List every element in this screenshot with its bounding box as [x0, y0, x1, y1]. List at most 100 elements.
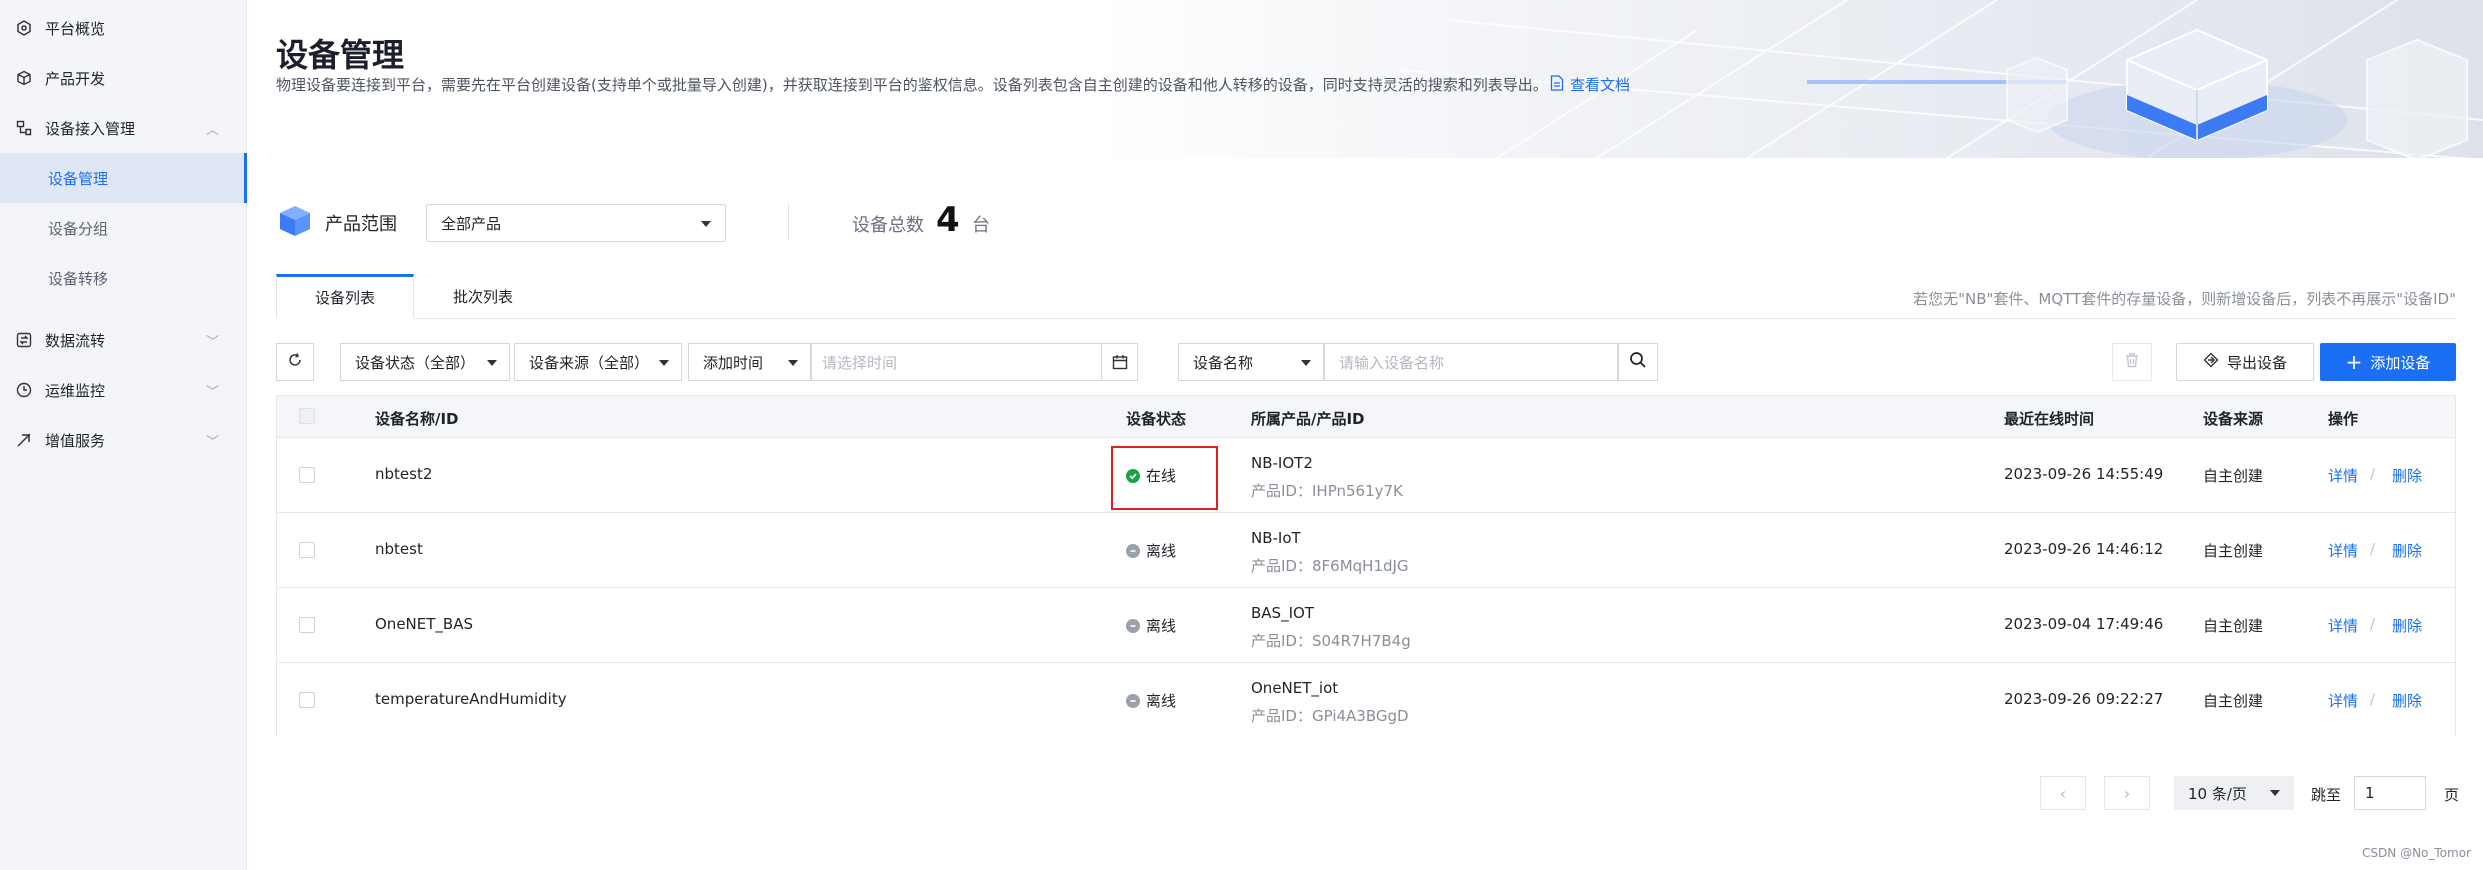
- sidebar: 平台概览 产品开发 设备接入管理 ︿ 设备管理 设备分组 设备转移 数据流转 ﹀…: [0, 0, 247, 870]
- delete-link[interactable]: 删除: [2392, 690, 2422, 711]
- detail-link[interactable]: 详情: [2328, 615, 2358, 636]
- device-list-hint: 若您无"NB"套件、MQTT套件的存量设备，则新增设备后，列表不再展示"设备ID…: [1913, 290, 2456, 308]
- nav-item-value-service[interactable]: 增值服务 ﹀: [0, 415, 246, 465]
- time-range-placeholder: 请选择时间: [822, 353, 898, 372]
- refresh-button[interactable]: [276, 343, 314, 381]
- delete-link[interactable]: 删除: [2392, 615, 2422, 636]
- export-label: 导出设备: [2226, 353, 2287, 372]
- device-name-search-input[interactable]: 请输入设备名称: [1324, 343, 1618, 381]
- page-size-value: 10 条/页: [2188, 784, 2247, 803]
- product-id: 产品ID：GPi4A3BGgD: [1251, 705, 1409, 726]
- product-id-value: GPi4A3BGgD: [1311, 707, 1409, 725]
- product-range-icon: [276, 202, 314, 240]
- nav-label: 产品开发: [45, 69, 106, 88]
- tabs-underline: [276, 318, 2456, 319]
- search-button[interactable]: [1618, 343, 1658, 381]
- table-row: nbtest 离线 NB-IoT 产品ID：8F6MqH1dJG 2023-09…: [277, 513, 2455, 588]
- product-id: 产品ID：S04R7H7B4g: [1251, 630, 1411, 651]
- page-unit-label: 页: [2444, 786, 2460, 804]
- chevron-right-icon: ›: [2123, 783, 2131, 803]
- export-icon: [2203, 352, 2219, 372]
- table-row: OneNET_BAS 离线 BAS_IOT 产品ID：S04R7H7B4g 20…: [277, 588, 2455, 663]
- nav-item-monitor[interactable]: 运维监控 ﹀: [0, 365, 246, 415]
- detail-link[interactable]: 详情: [2328, 690, 2358, 711]
- device-name: OneNET_BAS: [375, 615, 473, 633]
- table-row: nbtest2 在线 NB-IOT2 产品ID：IHPn561y7K 2023-…: [277, 438, 2455, 513]
- row-checkbox[interactable]: [299, 542, 315, 558]
- delete-link[interactable]: 删除: [2392, 540, 2422, 561]
- add-device-label: 添加设备: [2370, 353, 2431, 372]
- time-field-select[interactable]: 添加时间: [688, 343, 811, 381]
- device-status-filter[interactable]: 设备状态（全部）: [340, 343, 510, 381]
- refresh-icon: [287, 352, 303, 372]
- device-source-filter[interactable]: 设备来源（全部）: [514, 343, 682, 381]
- nav-item-device-access[interactable]: 设备接入管理 ︿: [0, 103, 246, 153]
- op-separator: /: [2370, 540, 2376, 558]
- delete-link[interactable]: 删除: [2392, 465, 2422, 486]
- product-id: 产品ID：8F6MqH1dJG: [1251, 555, 1409, 576]
- data-flow-icon: [16, 332, 32, 348]
- row-checkbox[interactable]: [299, 467, 315, 483]
- add-device-button[interactable]: + 添加设备: [2320, 343, 2456, 381]
- trash-icon: [2124, 352, 2140, 372]
- sidebar-item-device-group[interactable]: 设备分组: [0, 203, 246, 253]
- detail-link[interactable]: 详情: [2328, 540, 2358, 561]
- op-separator: /: [2370, 615, 2376, 633]
- sub-nav-label: 设备转移: [48, 269, 109, 288]
- prev-page-button[interactable]: ‹: [2040, 776, 2086, 810]
- time-field-value: 添加时间: [703, 353, 764, 372]
- nav-label: 设备接入管理: [45, 119, 136, 138]
- product-name: NB-IoT: [1251, 529, 1301, 547]
- dashboard-icon: [16, 20, 32, 36]
- product-name: BAS_IOT: [1251, 604, 1314, 622]
- caret-down-icon: [1301, 360, 1311, 366]
- minus-circle-icon: [1126, 618, 1140, 633]
- jump-page-input[interactable]: [2354, 776, 2426, 810]
- column-header: 设备来源: [2203, 410, 2264, 428]
- tab-batch-list[interactable]: 批次列表: [414, 274, 552, 319]
- device-status-filter-value: 设备状态（全部）: [355, 353, 476, 372]
- time-range-picker[interactable]: 请选择时间: [811, 343, 1138, 381]
- page-size-select[interactable]: 10 条/页: [2174, 776, 2294, 810]
- product-name: NB-IOT2: [1251, 454, 1313, 472]
- search-field-select[interactable]: 设备名称: [1178, 343, 1324, 381]
- product-name: OneNET_iot: [1251, 679, 1339, 697]
- delete-button[interactable]: [2112, 343, 2152, 381]
- nav-item-data-flow[interactable]: 数据流转 ﹀: [0, 315, 246, 365]
- product-select[interactable]: 全部产品: [426, 204, 726, 242]
- product-id-prefix: 产品ID：: [1251, 632, 1312, 650]
- next-page-button[interactable]: ›: [2104, 776, 2150, 810]
- calendar-icon: [1101, 344, 1137, 380]
- device-name: nbtest: [375, 540, 423, 558]
- row-checkbox[interactable]: [299, 692, 315, 708]
- detail-link[interactable]: 详情: [2328, 465, 2358, 486]
- select-all-checkbox[interactable]: [299, 408, 315, 424]
- row-checkbox[interactable]: [299, 617, 315, 633]
- status-offline: 离线: [1126, 540, 1176, 561]
- highlight-box: [1111, 446, 1218, 510]
- export-devices-button[interactable]: 导出设备: [2176, 343, 2314, 381]
- device-name: temperatureAndHumidity: [375, 690, 567, 708]
- nav-item-product-dev[interactable]: 产品开发: [0, 53, 246, 103]
- jump-to-label: 跳至: [2311, 786, 2342, 804]
- device-source: 自主创建: [2203, 617, 2264, 635]
- nav-item-overview[interactable]: 平台概览: [0, 3, 246, 53]
- device-name: nbtest2: [375, 465, 433, 483]
- product-id-prefix: 产品ID：: [1251, 707, 1312, 725]
- device-total-label: 设备总数: [852, 215, 924, 236]
- caret-down-icon: [788, 360, 798, 366]
- caret-down-icon: [701, 221, 711, 227]
- sidebar-item-device-management[interactable]: 设备管理: [0, 153, 247, 203]
- caret-down-icon: [659, 360, 669, 366]
- last-online-time: 2023-09-26 14:46:12: [2004, 540, 2164, 558]
- last-online-time: 2023-09-26 09:22:27: [2004, 690, 2164, 708]
- view-docs-link[interactable]: 查看文档: [1550, 74, 1630, 95]
- sub-nav-label: 设备管理: [48, 169, 109, 188]
- chevron-left-icon: ‹: [2059, 783, 2067, 803]
- product-id-value: 8F6MqH1dJG: [1311, 557, 1409, 575]
- device-table: 设备名称/ID 设备状态 所属产品/产品ID 最近在线时间 设备来源 操作 nb…: [276, 395, 2456, 738]
- tab-device-list[interactable]: 设备列表: [276, 274, 414, 319]
- chevron-down-icon: ﹀: [206, 334, 220, 350]
- sidebar-item-device-transfer[interactable]: 设备转移: [0, 253, 246, 303]
- product-id-value: IHPn561y7K: [1311, 482, 1403, 500]
